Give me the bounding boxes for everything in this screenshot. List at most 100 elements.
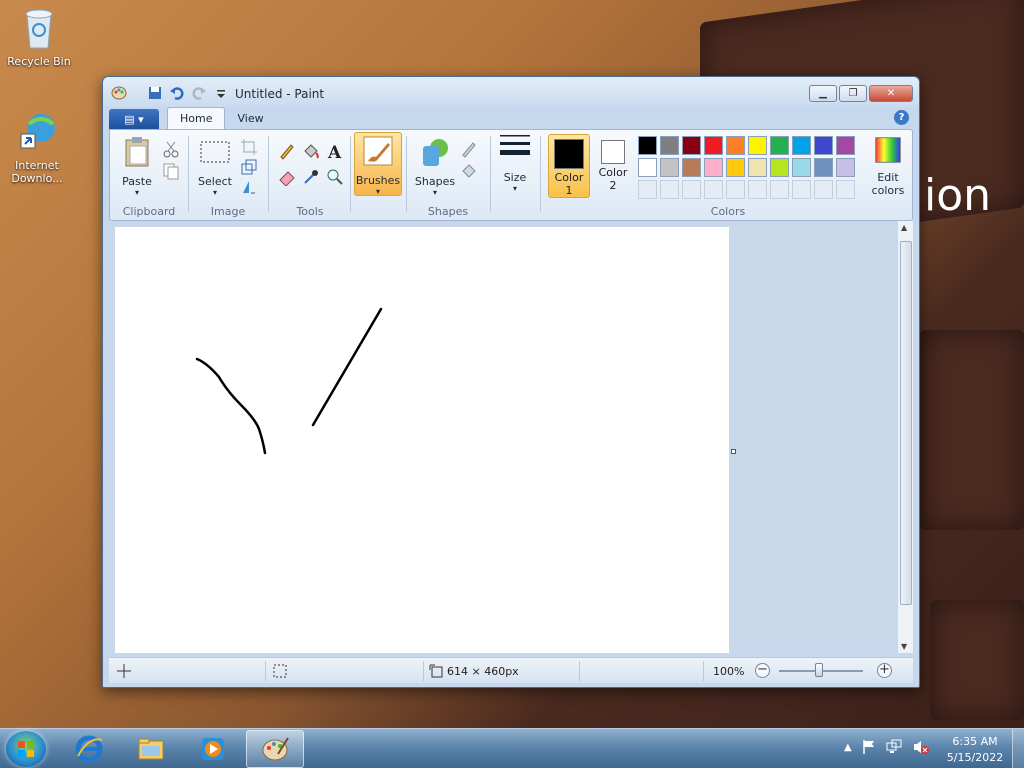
palette-swatch[interactable] xyxy=(814,158,833,177)
magnifier-icon[interactable] xyxy=(326,168,344,186)
palette-swatch[interactable] xyxy=(704,158,723,177)
taskbar-media-player[interactable] xyxy=(184,730,242,768)
show-hidden-icons-icon[interactable]: ▲ xyxy=(844,742,852,753)
rotate-icon[interactable] xyxy=(240,178,258,196)
fill-bucket-icon[interactable] xyxy=(302,142,320,160)
desktop-icon-internet-download[interactable]: Internet Downlo... xyxy=(2,110,72,185)
canvas-workspace[interactable] xyxy=(109,221,895,653)
edit-colors-button[interactable]: Edit colors xyxy=(866,136,910,197)
canvas-size-cell: 614 × 460px xyxy=(429,658,519,684)
palette-swatch[interactable] xyxy=(836,158,855,177)
custom-color-slot[interactable] xyxy=(726,180,745,199)
brushes-button[interactable]: Brushes ▾ xyxy=(354,132,402,196)
volume-muted-icon[interactable] xyxy=(912,739,930,755)
color2-button[interactable]: Color 2 xyxy=(592,134,634,198)
custom-color-slot[interactable] xyxy=(748,180,767,199)
clipboard-group-label: Clipboard xyxy=(122,205,176,218)
select-button[interactable]: Select ▾ xyxy=(194,136,236,197)
window-title: Untitled - Paint xyxy=(235,87,325,101)
palette-swatch[interactable] xyxy=(660,136,679,155)
paste-button[interactable]: Paste ▾ xyxy=(116,136,158,197)
drawing-canvas[interactable] xyxy=(115,227,729,653)
taskbar-internet-explorer[interactable] xyxy=(60,730,118,768)
clock-time: 6:35 AM xyxy=(952,735,998,748)
taskbar-paint[interactable] xyxy=(246,730,304,768)
undo-icon[interactable] xyxy=(169,85,185,101)
palette-swatch[interactable] xyxy=(836,136,855,155)
custom-color-slot[interactable] xyxy=(836,180,855,199)
custom-color-slot[interactable] xyxy=(770,180,789,199)
size-button[interactable]: Size ▾ xyxy=(496,132,534,193)
color2-swatch xyxy=(601,140,625,164)
copy-icon[interactable] xyxy=(162,162,180,180)
text-icon[interactable]: A xyxy=(326,142,344,160)
custom-color-slot[interactable] xyxy=(682,180,701,199)
scroll-up-icon[interactable]: ▲ xyxy=(901,223,907,232)
palette-swatch[interactable] xyxy=(748,136,767,155)
scrollbar-thumb[interactable] xyxy=(900,241,912,605)
ribbon: Paste ▾ Clipboard Select ▾ Image A Tools… xyxy=(109,129,913,221)
action-center-flag-icon[interactable] xyxy=(862,739,876,755)
palette-swatch[interactable] xyxy=(748,158,767,177)
canvas-resize-handle[interactable] xyxy=(731,449,736,454)
title-bar[interactable]: Untitled - Paint ▁ ❐ ✕ xyxy=(103,77,919,107)
color1-button[interactable]: Color 1 xyxy=(548,134,590,198)
crop-icon[interactable] xyxy=(240,138,258,156)
maximize-button[interactable]: ❐ xyxy=(839,85,867,102)
background-chocolate xyxy=(930,600,1024,720)
save-icon[interactable] xyxy=(147,85,163,101)
fill-icon[interactable] xyxy=(460,162,478,180)
outline-icon[interactable] xyxy=(460,140,478,158)
paint-menu-button[interactable]: ▤ ▾ xyxy=(109,109,159,129)
custom-color-slot[interactable] xyxy=(704,180,723,199)
palette-swatch[interactable] xyxy=(726,136,745,155)
zoom-slider-thumb[interactable] xyxy=(815,663,823,677)
status-divider xyxy=(265,661,266,681)
network-icon[interactable] xyxy=(886,739,902,755)
palette-swatch[interactable] xyxy=(638,158,657,177)
custom-color-slot[interactable] xyxy=(660,180,679,199)
system-clock[interactable]: 6:35 AM 5/15/2022 xyxy=(940,734,1010,766)
close-button[interactable]: ✕ xyxy=(869,85,913,102)
palette-swatch[interactable] xyxy=(704,136,723,155)
palette-swatch[interactable] xyxy=(682,136,701,155)
quick-access-toolbar xyxy=(111,85,229,101)
tab-home[interactable]: Home xyxy=(167,107,226,129)
redo-icon[interactable] xyxy=(191,85,207,101)
desktop-icon-recycle-bin[interactable]: Recycle Bin xyxy=(4,6,74,68)
start-button[interactable] xyxy=(6,731,46,767)
palette-swatch[interactable] xyxy=(682,158,701,177)
zoom-out-button[interactable]: − xyxy=(755,663,770,678)
show-desktop-button[interactable] xyxy=(1012,729,1024,768)
paint-app-icon[interactable] xyxy=(111,85,127,101)
scroll-down-icon[interactable]: ▼ xyxy=(901,642,907,651)
desktop-icon-label: Internet Downlo... xyxy=(11,159,63,185)
custom-color-slot[interactable] xyxy=(814,180,833,199)
palette-swatch[interactable] xyxy=(726,158,745,177)
vertical-scrollbar[interactable]: ▲ ▼ xyxy=(897,221,913,653)
palette-swatch[interactable] xyxy=(638,136,657,155)
custom-color-slot[interactable] xyxy=(792,180,811,199)
taskbar-file-explorer[interactable] xyxy=(122,730,180,768)
palette-swatch[interactable] xyxy=(814,136,833,155)
customize-dropdown-icon[interactable] xyxy=(213,85,229,101)
chevron-down-icon: ▾ xyxy=(432,188,437,197)
palette-swatch[interactable] xyxy=(792,136,811,155)
tab-view[interactable]: View xyxy=(225,107,275,129)
cut-icon[interactable] xyxy=(162,140,180,158)
palette-swatch[interactable] xyxy=(792,158,811,177)
palette-swatch[interactable] xyxy=(770,158,789,177)
zoom-in-button[interactable]: + xyxy=(877,663,892,678)
status-bar: 614 × 460px 100% − + xyxy=(109,657,913,683)
shapes-button[interactable]: Shapes ▾ xyxy=(412,136,458,197)
color-picker-icon[interactable] xyxy=(302,168,320,186)
resize-icon[interactable] xyxy=(240,158,258,176)
eraser-icon[interactable] xyxy=(278,168,296,186)
custom-color-slot[interactable] xyxy=(638,180,657,199)
drawn-stroke xyxy=(195,357,267,455)
palette-swatch[interactable] xyxy=(770,136,789,155)
minimize-button[interactable]: ▁ xyxy=(809,85,837,102)
pencil-icon[interactable] xyxy=(278,142,296,160)
help-button[interactable]: ? xyxy=(894,110,909,125)
palette-swatch[interactable] xyxy=(660,158,679,177)
